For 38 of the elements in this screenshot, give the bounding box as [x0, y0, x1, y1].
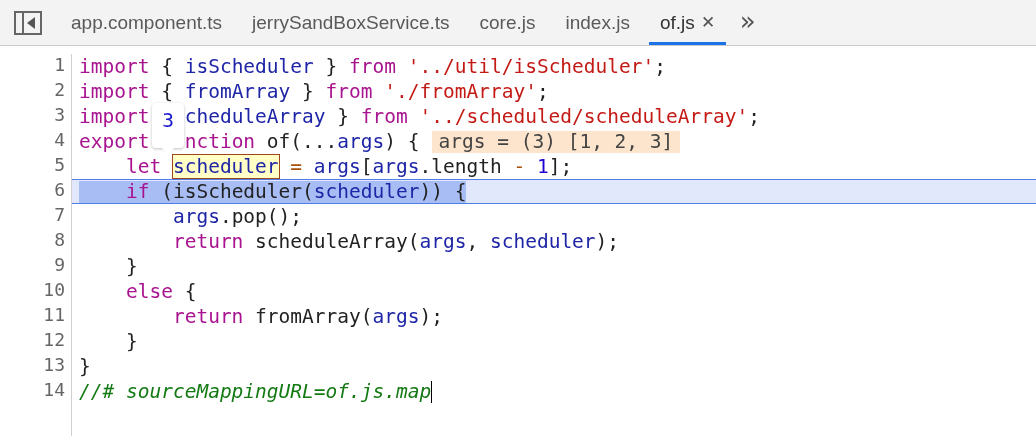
code-line: }	[124, 255, 138, 278]
line-number: 8	[53, 229, 65, 252]
line-number: 14	[42, 379, 65, 402]
file-tab[interactable]: core.js	[468, 0, 547, 45]
close-icon[interactable]: ✕	[700, 12, 715, 33]
line-number: 1	[53, 54, 65, 77]
code-line: nction of(...args) {	[184, 130, 420, 153]
file-tab[interactable]: app.component.ts	[60, 0, 234, 45]
code-line: import	[79, 105, 150, 128]
line-number: 3	[53, 104, 65, 127]
code-line: export	[79, 130, 150, 153]
line-number: 11	[42, 304, 65, 327]
line-number: 10	[42, 279, 65, 302]
line-number: 6	[53, 179, 65, 202]
code-line: }	[124, 330, 138, 353]
inline-value: args = (3) [1, 2, 3]	[431, 130, 681, 153]
code-line: }	[79, 355, 91, 378]
code-line: let scheduler = args[args.length - 1];	[124, 155, 573, 178]
line-number: 7	[53, 204, 65, 227]
code-line: return fromArray(args);	[171, 305, 443, 328]
line-number: 12	[42, 329, 65, 352]
code-line: cheduleArray } from '../scheduled/scheduleArray';	[184, 105, 760, 128]
code-line: else {	[124, 280, 197, 303]
code-line: import { fromArray } from './fromArray';	[79, 80, 549, 103]
line-number: 2	[53, 79, 65, 102]
line-number: 5	[53, 154, 65, 177]
sidebar-toggle-icon[interactable]	[14, 10, 42, 35]
file-tab[interactable]: jerrySandBoxService.ts	[241, 0, 461, 45]
line-number: 13	[42, 354, 65, 377]
code-line: return scheduleArray(args, scheduler);	[171, 230, 620, 253]
line-number: 4	[53, 129, 65, 152]
code-line: //# sourceMappingURL=of.js.map	[79, 380, 432, 403]
code-line: args.pop();	[171, 205, 303, 228]
line-number: 9	[53, 254, 65, 277]
file-tab[interactable]: of.js ✕	[648, 0, 726, 45]
more-tabs-button[interactable]: »	[739, 5, 756, 40]
code-line: import { isScheduler } from '../util/isScheduler';	[79, 55, 667, 78]
file-tab[interactable]: index.js	[554, 0, 641, 45]
